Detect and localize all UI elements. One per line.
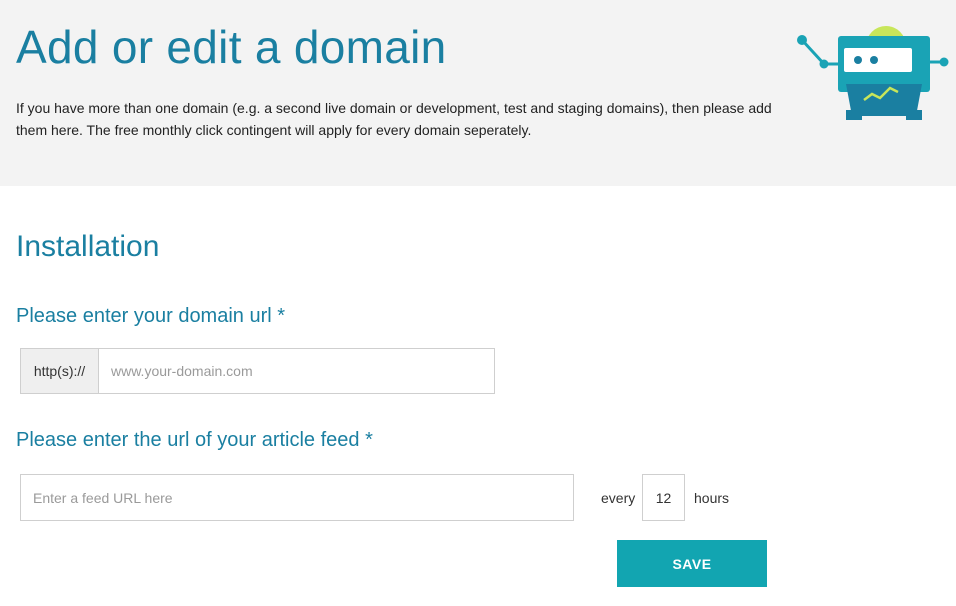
section-title-installation: Installation [16,230,160,263]
every-label: every [601,490,636,506]
domain-url-label: Please enter your domain url * [16,305,286,327]
domain-input-group: http(s):// [20,348,495,394]
feed-interval-hours-input[interactable] [642,474,685,521]
hours-label: hours [694,490,730,506]
feed-url-input[interactable] [20,474,574,521]
page-header: Add or edit a domain If you have more th… [0,0,956,186]
save-button[interactable]: SAVE [617,540,767,587]
page-title: Add or edit a domain [16,21,447,73]
robot-icon [797,26,949,120]
feed-url-label: Please enter the url of your article fee… [16,429,373,451]
page-description: If you have more than one domain (e.g. a… [16,100,772,138]
protocol-prefix: http(s):// [21,349,99,393]
domain-url-input[interactable] [99,349,494,393]
